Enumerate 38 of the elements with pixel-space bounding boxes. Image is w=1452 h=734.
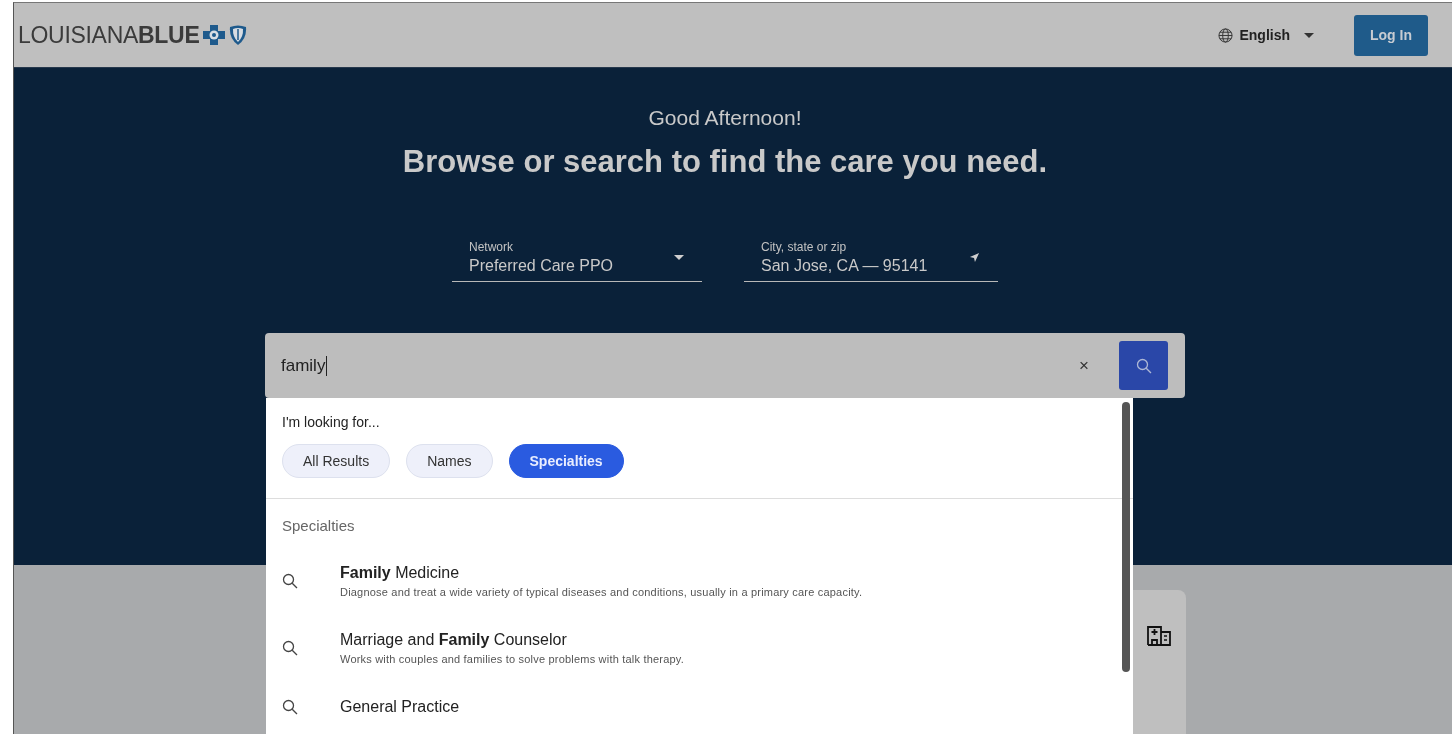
caret-icon xyxy=(674,255,684,260)
field-value: Preferred Care PPO xyxy=(469,257,615,275)
location-field[interactable]: City, state or zip San Jose, CA — 95141 xyxy=(744,240,998,282)
clear-button[interactable]: × xyxy=(1073,355,1095,376)
location-arrow-icon xyxy=(969,252,980,263)
suggestion-title: General Practice xyxy=(340,698,460,716)
suggestion-description: Works with couples and families to solve problems with talk therapy. xyxy=(340,653,684,665)
filter-chip[interactable]: Names xyxy=(406,444,493,478)
scrollbar[interactable] xyxy=(1122,402,1130,672)
suggestion-title: Family Medicine xyxy=(340,564,461,582)
search-icon xyxy=(282,573,298,589)
filter-chip[interactable]: All Results xyxy=(282,444,391,478)
language-selector[interactable]: English xyxy=(1218,27,1314,43)
logo-wordmark: LOUISIANABLUE xyxy=(18,21,200,49)
suggestion-item[interactable]: Family Medicine Diagnose and treat a wide variety of typical diseases and conditions, usually in a primary care capacity. xyxy=(266,564,1133,598)
search-button[interactable] xyxy=(1119,341,1168,390)
page-heading: Browse or search to find the care you need. xyxy=(402,144,1048,180)
search-icon xyxy=(282,640,298,656)
suggestion-item[interactable]: Marriage and Family Counselor Works with couples and families to solve problems with talk therapy. xyxy=(266,631,1133,665)
suggestion-description: Diagnose and treat a wide variety of typical diseases and conditions, usually in a primary care capacity. xyxy=(340,586,863,598)
section-heading: Specialties xyxy=(281,516,356,534)
network-dropdown[interactable]: Network Preferred Care PPO xyxy=(452,240,702,282)
search-field[interactable]: family × xyxy=(265,333,1185,398)
search-icon xyxy=(1135,357,1152,374)
field-value: San Jose, CA — 95141 xyxy=(761,257,929,275)
greeting-text: Good Afternoon! xyxy=(648,106,802,130)
field-label: City, state or zip xyxy=(761,240,848,254)
caret-icon xyxy=(1304,32,1314,38)
cross-logo-icon xyxy=(203,25,226,45)
filter-chip[interactable]: Specialties xyxy=(508,444,624,478)
field-label: Network xyxy=(469,240,514,254)
prompt-text: I'm looking for... xyxy=(282,414,381,430)
globe-icon xyxy=(1218,27,1234,43)
suggestion-item[interactable]: General Practice xyxy=(266,698,1133,716)
shield-logo-icon xyxy=(229,24,248,46)
login-button[interactable]: Log In xyxy=(1354,14,1428,56)
search-icon xyxy=(282,699,298,715)
suggestion-title: Marriage and Family Counselor xyxy=(340,631,568,649)
